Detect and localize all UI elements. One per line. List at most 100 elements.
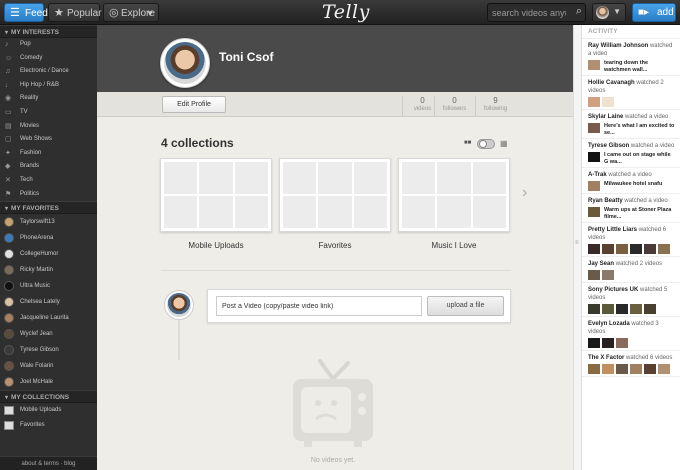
collections-header[interactable]: ▾ MY COLLECTIONS [0,390,97,404]
post-video-input[interactable] [216,296,422,316]
video-thumbnail[interactable] [602,270,614,280]
video-thumbnail[interactable] [588,97,600,107]
activity-user[interactable]: Skylar Laine [588,114,623,120]
video-caption[interactable]: Milwaukee hotel snafu [604,181,662,188]
activity-user[interactable]: Pretty Little Liars [588,227,637,233]
sidebar-footer[interactable]: about & terms · blog [0,456,97,470]
activity-user[interactable]: Sony Pictures UK [588,287,638,293]
sidebar-item-collection[interactable]: Mobile Uploads [0,403,97,418]
popular-button[interactable]: ★ Popular [48,3,101,22]
user-menu-button[interactable]: ▼ [592,3,626,22]
sidebar-item-favorite[interactable]: PhoneArena [0,230,97,246]
upload-file-button[interactable]: upload a file [427,296,504,316]
collection-label[interactable]: Music I Love [398,241,510,250]
sidebar-item-interest[interactable]: ▤ Movies [0,120,97,134]
telly-logo[interactable]: Telly [322,1,370,23]
sidebar-item-favorite[interactable]: Joel McHale [0,374,97,390]
explore-button[interactable]: ◎ Explore ▼ [103,3,159,22]
collection-label[interactable]: Mobile Uploads [160,241,272,250]
activity-video[interactable]: Warm ups at Stoner Plaza filme... [588,207,676,220]
video-thumbnail[interactable] [644,304,656,314]
video-thumbnail[interactable] [588,123,600,133]
video-thumbnail[interactable] [616,338,628,348]
activity-user[interactable]: The X Factor [588,355,624,361]
edit-profile-button[interactable]: Edit Profile [162,96,226,113]
feed-button[interactable]: ☰ Feed [4,3,48,22]
sidebar-item-favorite[interactable]: Tyrese Gibson [0,342,97,358]
sidebar-item-interest[interactable]: ⚑ Politics [0,188,97,202]
sidebar-item-interest[interactable]: ◉ Reality [0,92,97,106]
sidebar-item-favorite[interactable]: Chelsea Lately [0,294,97,310]
video-thumbnail[interactable] [616,244,628,254]
stat-following[interactable]: 9 following [475,96,515,116]
video-thumbnail[interactable] [658,364,670,374]
video-caption[interactable]: Warm ups at Stoner Plaza filme... [604,207,676,220]
video-thumbnail[interactable] [602,338,614,348]
grid-view-icon[interactable]: ▦ [500,139,508,148]
view-switch[interactable] [477,139,495,149]
activity-user[interactable]: Ryan Beatty [588,198,623,204]
sidebar-item-interest[interactable]: ✦ Fashion [0,147,97,161]
collection-card-music-i-love[interactable] [398,158,510,232]
video-thumbnail[interactable] [588,207,600,217]
video-thumbnail[interactable] [602,304,614,314]
video-thumbnail[interactable] [588,244,600,254]
collection-label[interactable]: Favorites [279,241,391,250]
scroll-grip-icon[interactable]: ≡ [575,240,580,248]
sidebar-item-interest[interactable]: ▭ TV [0,106,97,120]
activity-user[interactable]: Evelyn Lozada [588,321,630,327]
sidebar-item-interest[interactable]: ✕ Tech [0,174,97,188]
activity-user[interactable]: Tyrese Gibson [588,143,629,149]
sidebar-item-favorite[interactable]: Wyclef Jean [0,326,97,342]
sidebar-item-favorite[interactable]: Taylorswift13 [0,214,97,230]
activity-video[interactable]: Milwaukee hotel snafu [588,181,676,191]
video-thumbnail[interactable] [644,244,656,254]
video-caption[interactable]: Here's what I am excited to se... [604,123,676,136]
video-thumbnail[interactable] [588,270,600,280]
activity-video[interactable]: tearing down the watchmen wall... [588,60,676,73]
video-thumbnail[interactable] [658,244,670,254]
sidebar-item-favorite[interactable]: CollegeHumor [0,246,97,262]
sidebar-item-favorite[interactable]: Wale Folarin [0,358,97,374]
video-thumbnail[interactable] [630,244,642,254]
activity-user[interactable]: Jay Sean [588,261,614,267]
search-input[interactable] [488,4,566,21]
list-view-icon[interactable]: ■■ [464,140,471,146]
video-thumbnail[interactable] [588,60,600,70]
sidebar-item-interest[interactable]: ☺ Comedy [0,52,97,66]
next-arrow-icon[interactable]: › [522,184,527,202]
activity-video[interactable]: I came out on stage while G wa... [588,152,676,165]
video-thumbnail[interactable] [588,338,600,348]
video-thumbnail[interactable] [588,304,600,314]
search-icon[interactable]: ⌕ [576,5,582,18]
sidebar-item-favorite[interactable]: Jacqueline Laurita [0,310,97,326]
interests-header[interactable]: ▾ MY INTERESTS [0,25,97,38]
video-thumbnail[interactable] [630,364,642,374]
sidebar-item-favorite[interactable]: Ultra Music [0,278,97,294]
video-caption[interactable]: tearing down the watchmen wall... [604,60,676,73]
sidebar-item-interest[interactable]: ♫ Electronic / Dance [0,65,97,79]
video-thumbnail[interactable] [588,152,600,162]
video-thumbnail[interactable] [602,97,614,107]
sidebar-item-favorite[interactable]: Ricky Martin [0,262,97,278]
sidebar-item-interest[interactable]: ◆ Brands [0,160,97,174]
add-video-button[interactable]: ■▸ add [632,3,676,22]
scrollbar[interactable]: ≡ [573,25,581,470]
video-thumbnail[interactable] [644,364,656,374]
video-thumbnail[interactable] [616,304,628,314]
activity-video[interactable]: Here's what I am excited to se... [588,123,676,136]
sidebar-item-collection[interactable]: Favorites [0,418,97,433]
video-thumbnail[interactable] [602,364,614,374]
video-thumbnail[interactable] [588,181,600,191]
video-caption[interactable]: I came out on stage while G wa... [604,152,676,165]
video-thumbnail[interactable] [588,364,600,374]
activity-user[interactable]: A-Trak [588,172,607,178]
stat-followers[interactable]: 0 followers [434,96,474,116]
view-toggle[interactable]: ■■ ▦ [464,139,510,149]
sidebar-item-interest[interactable]: ♪ Pop [0,38,97,52]
activity-user[interactable]: Ray William Johnson [588,43,648,49]
video-thumbnail[interactable] [616,364,628,374]
collection-card-mobile-uploads[interactable] [160,158,272,232]
video-thumbnail[interactable] [602,244,614,254]
sidebar-item-interest[interactable]: ♩ Hip Hop / R&B [0,79,97,93]
